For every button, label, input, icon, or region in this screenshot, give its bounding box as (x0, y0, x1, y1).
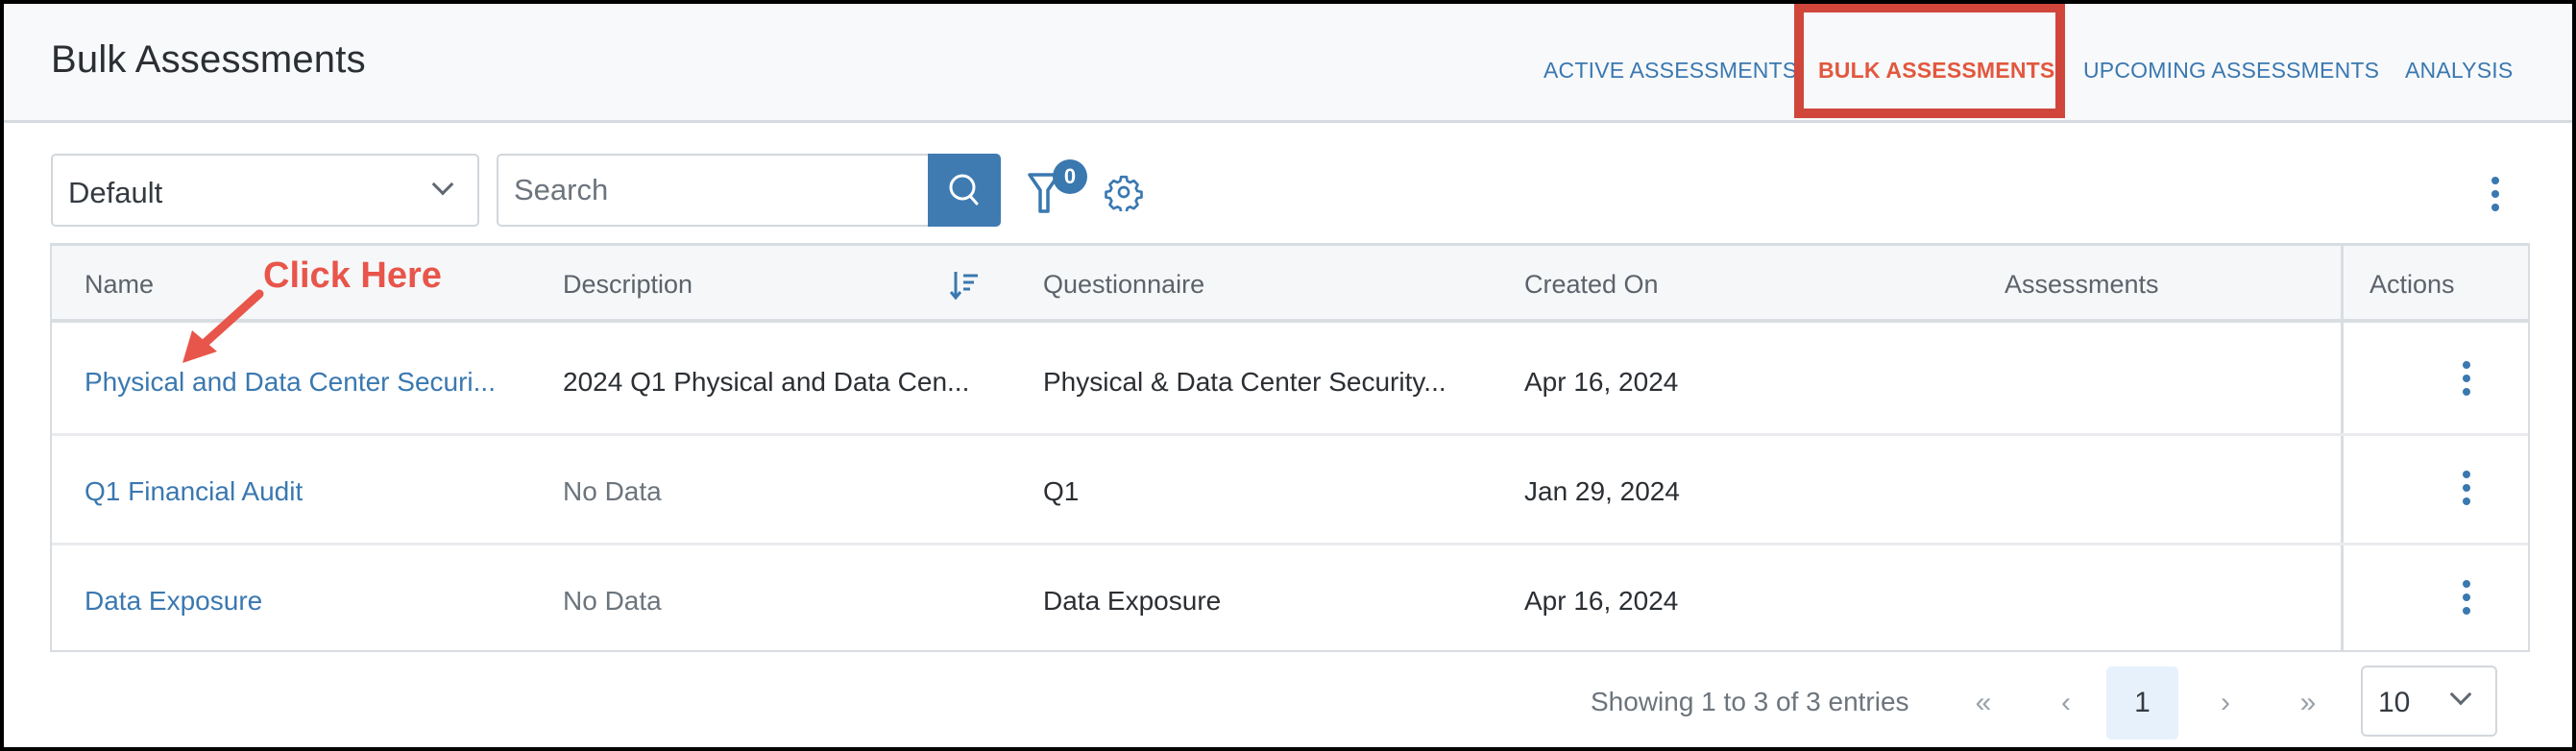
tab-bar: ACTIVE ASSESSMENTS BULK ASSESSMENTS UPCO… (4, 58, 2572, 86)
kebab-icon (2491, 177, 2499, 184)
page-header: Bulk Assessments ACTIVE ASSESSMENTS BULK… (4, 4, 2572, 123)
view-select-value: Default (68, 176, 163, 209)
pagination-info: Showing 1 to 3 of 3 entries (1591, 687, 1909, 716)
search-input[interactable] (498, 156, 929, 225)
previous-page-button[interactable]: ‹ (2046, 666, 2086, 739)
column-header-questionnaire[interactable]: Questionnaire (1043, 270, 1204, 300)
search-icon (949, 174, 979, 206)
row-actions-button[interactable] (2462, 471, 2471, 511)
filter-count-badge: 0 (1053, 159, 1087, 194)
app-frame: Bulk Assessments ACTIVE ASSESSMENTS BULK… (4, 4, 2572, 747)
page-size-select[interactable]: 10 (2361, 666, 2497, 737)
more-options-button[interactable] (2491, 177, 2500, 217)
last-page-button[interactable]: » (2288, 666, 2328, 739)
kebab-icon (2463, 361, 2470, 369)
created-on-cell: Jan 29, 2024 (1524, 476, 1680, 506)
created-on-cell: Apr 16, 2024 (1524, 586, 1679, 616)
row-actions-button[interactable] (2462, 361, 2471, 401)
click-here-annotation: Click Here (263, 255, 442, 296)
bulk-assessments-table: Name Description Questionnaire Created O… (50, 243, 2530, 652)
tab-analysis[interactable]: ANALYSIS (2405, 58, 2513, 84)
kebab-icon (2463, 471, 2470, 478)
column-header-created-on[interactable]: Created On (1524, 270, 1659, 300)
questionnaire-cell: Q1 (1043, 476, 1080, 506)
view-select[interactable]: Default (51, 154, 479, 227)
description-cell: No Data (563, 586, 662, 616)
description-cell: No Data (563, 476, 662, 506)
questionnaire-cell: Physical & Data Center Security... (1043, 367, 1446, 397)
settings-button[interactable] (1105, 173, 1143, 214)
table-body: Physical and Data Center Securi... 2024 … (52, 327, 2528, 653)
search-field[interactable] (497, 154, 929, 227)
chevron-down-icon (2449, 683, 2472, 706)
sort-button[interactable] (949, 269, 982, 302)
tab-bulk-assessments[interactable]: BULK ASSESSMENTS (1818, 58, 2054, 84)
assessment-name-link[interactable]: Physical and Data Center Securi... (85, 367, 496, 398)
search-button[interactable] (928, 154, 1001, 227)
kebab-icon (2463, 580, 2470, 588)
column-header-assessments[interactable]: Assessments (2005, 270, 2159, 300)
first-page-button[interactable]: « (1963, 666, 2004, 739)
table-row: Data Exposure No Data Data Exposure Apr … (52, 545, 2528, 655)
next-page-button[interactable]: › (2205, 666, 2246, 739)
description-cell: 2024 Q1 Physical and Data Cen... (563, 367, 970, 397)
created-on-cell: Apr 16, 2024 (1524, 367, 1679, 397)
page-size-value: 10 (2378, 687, 2411, 718)
assessment-name-link[interactable]: Q1 Financial Audit (85, 476, 303, 507)
table-row: Physical and Data Center Securi... 2024 … (52, 327, 2528, 436)
chevron-down-icon (431, 173, 454, 196)
column-header-actions: Actions (2369, 270, 2455, 299)
row-actions-button[interactable] (2462, 580, 2471, 620)
tab-active-assessments[interactable]: ACTIVE ASSESSMENTS (1543, 58, 1797, 84)
tab-upcoming-assessments[interactable]: UPCOMING ASSESSMENTS (2083, 58, 2379, 84)
gear-icon (1105, 175, 1143, 214)
sort-descending-icon (949, 272, 978, 301)
table-row: Q1 Financial Audit No Data Q1 Jan 29, 20… (52, 436, 2528, 545)
questionnaire-cell: Data Exposure (1043, 586, 1222, 616)
page-1-button[interactable]: 1 (2106, 666, 2178, 739)
assessment-name-link[interactable]: Data Exposure (85, 586, 262, 617)
column-header-name[interactable]: Name (85, 270, 154, 300)
column-header-description[interactable]: Description (563, 270, 693, 300)
